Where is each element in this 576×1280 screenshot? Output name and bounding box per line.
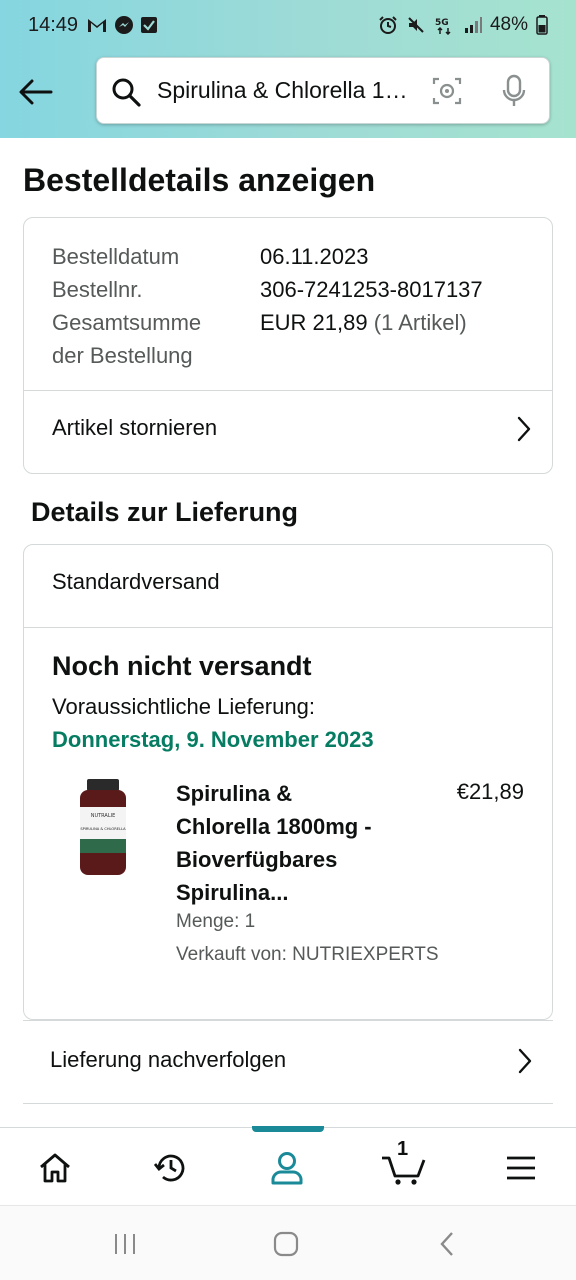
5g-icon: 5G (435, 18, 451, 35)
order-total-label: Gesamtsumme (52, 310, 202, 335)
search-input[interactable]: Spirulina & Chlorella 1800mg (157, 77, 417, 104)
status-bar: 14:49 5G 48% (0, 0, 576, 52)
active-tab-indicator (252, 1126, 324, 1132)
system-icons: 5G 48% (378, 14, 548, 36)
search-bar[interactable]: Spirulina & Chlorella 1800mg (96, 57, 550, 124)
page-title: Bestelldetails anzeigen (23, 162, 376, 198)
chevron-right-icon (517, 416, 531, 442)
divider (24, 627, 552, 628)
track-delivery-label: Lieferung nachverfolgen (50, 1047, 287, 1072)
search-icon (112, 78, 141, 107)
order-number-value: 306-7241253-8017137 (260, 277, 483, 302)
nav-cart[interactable]: 1 (378, 1138, 428, 1190)
order-date-label: Bestelldatum (52, 244, 180, 269)
account-icon (271, 1152, 303, 1185)
shipping-method: Standardversand (52, 569, 220, 594)
gmail-icon (88, 19, 106, 32)
arrow-left-icon (19, 79, 53, 105)
checkbox-icon (141, 17, 157, 33)
track-delivery-link[interactable]: Lieferung nachverfolgen (23, 1020, 553, 1104)
bottom-navigation: 1 (0, 1126, 576, 1205)
order-total-value: EUR 21,89 (1 Artikel) (260, 306, 467, 339)
shipment-status: Noch nicht versandt (52, 651, 312, 681)
microphone-icon[interactable] (501, 74, 527, 108)
product-title-line: Bioverfügbares (176, 847, 338, 872)
svg-text:5G: 5G (435, 18, 449, 28)
battery-icon (536, 15, 548, 35)
recents-icon (115, 1234, 135, 1254)
product-label-brand: NUTRALIE (91, 813, 116, 819)
product-seller: Verkauft von: NUTRIEXPERTS (176, 944, 439, 965)
delivery-section-title: Details zur Lieferung (31, 497, 299, 527)
order-number-label: Bestellnr. (52, 277, 143, 302)
product-title-line: Spirulina & (176, 781, 293, 806)
product-price: €21,89 (456, 779, 524, 804)
product-title[interactable]: Spirulina & Chlorella 1800mg - Bioverfüg… (176, 777, 416, 909)
alarm-icon (379, 16, 397, 34)
order-item-count: (1 Artikel) (373, 310, 467, 335)
product-quantity: Menge: 1 (176, 911, 256, 932)
top-bar: 14:49 5G 48% Spirulina & Chlorella 1800m… (0, 0, 576, 138)
order-summary-card: Bestelldatum 06.11.2023 Bestellnr. 306-7… (23, 217, 553, 474)
order-total-amount: EUR 21,89 (260, 310, 368, 335)
menu-icon (507, 1156, 535, 1180)
home-button[interactable] (269, 1228, 303, 1260)
nav-history[interactable] (146, 1146, 196, 1190)
nav-account[interactable] (262, 1146, 312, 1190)
history-icon (153, 1154, 185, 1182)
product-title-line: Spirulina... (176, 880, 289, 905)
chevron-right-icon (518, 1048, 532, 1074)
nav-home[interactable] (30, 1146, 80, 1190)
cancel-items-link[interactable]: Artikel stornieren (24, 391, 552, 469)
product-title-line: Chlorella 1800mg - (176, 814, 372, 839)
system-navigation-bar (0, 1205, 576, 1280)
home-circle-icon (273, 1231, 299, 1257)
notification-icons (86, 15, 158, 35)
cancel-items-label: Artikel stornieren (52, 415, 218, 440)
back-nav-button[interactable] (430, 1228, 464, 1260)
mute-icon (408, 17, 424, 33)
signal-icon (464, 17, 482, 33)
status-time: 14:49 (28, 14, 79, 36)
messenger-icon (115, 16, 133, 34)
eta-label: Voraussichtliche Lieferung: (52, 694, 315, 719)
back-button[interactable] (16, 72, 56, 112)
back-chevron-icon (440, 1232, 453, 1256)
delivery-card: Standardversand Noch nicht versandt Vora… (23, 544, 553, 1020)
eta-date: Donnerstag, 9. November 2023 (52, 727, 374, 752)
product-label-name: SPIRULINA & CHLORELLA (80, 827, 126, 831)
cart-count-badge: 1 (397, 1138, 409, 1160)
recents-button[interactable] (108, 1228, 142, 1260)
product-image[interactable]: NUTRALIE SPIRULINA & CHLORELLA (74, 777, 132, 877)
order-date-value: 06.11.2023 (260, 244, 369, 269)
nav-menu[interactable] (496, 1146, 546, 1190)
home-icon (40, 1153, 70, 1183)
camera-search-icon[interactable] (431, 75, 463, 107)
battery-percent: 48% (489, 14, 528, 35)
order-total-label-2: der Bestellung (52, 343, 193, 368)
